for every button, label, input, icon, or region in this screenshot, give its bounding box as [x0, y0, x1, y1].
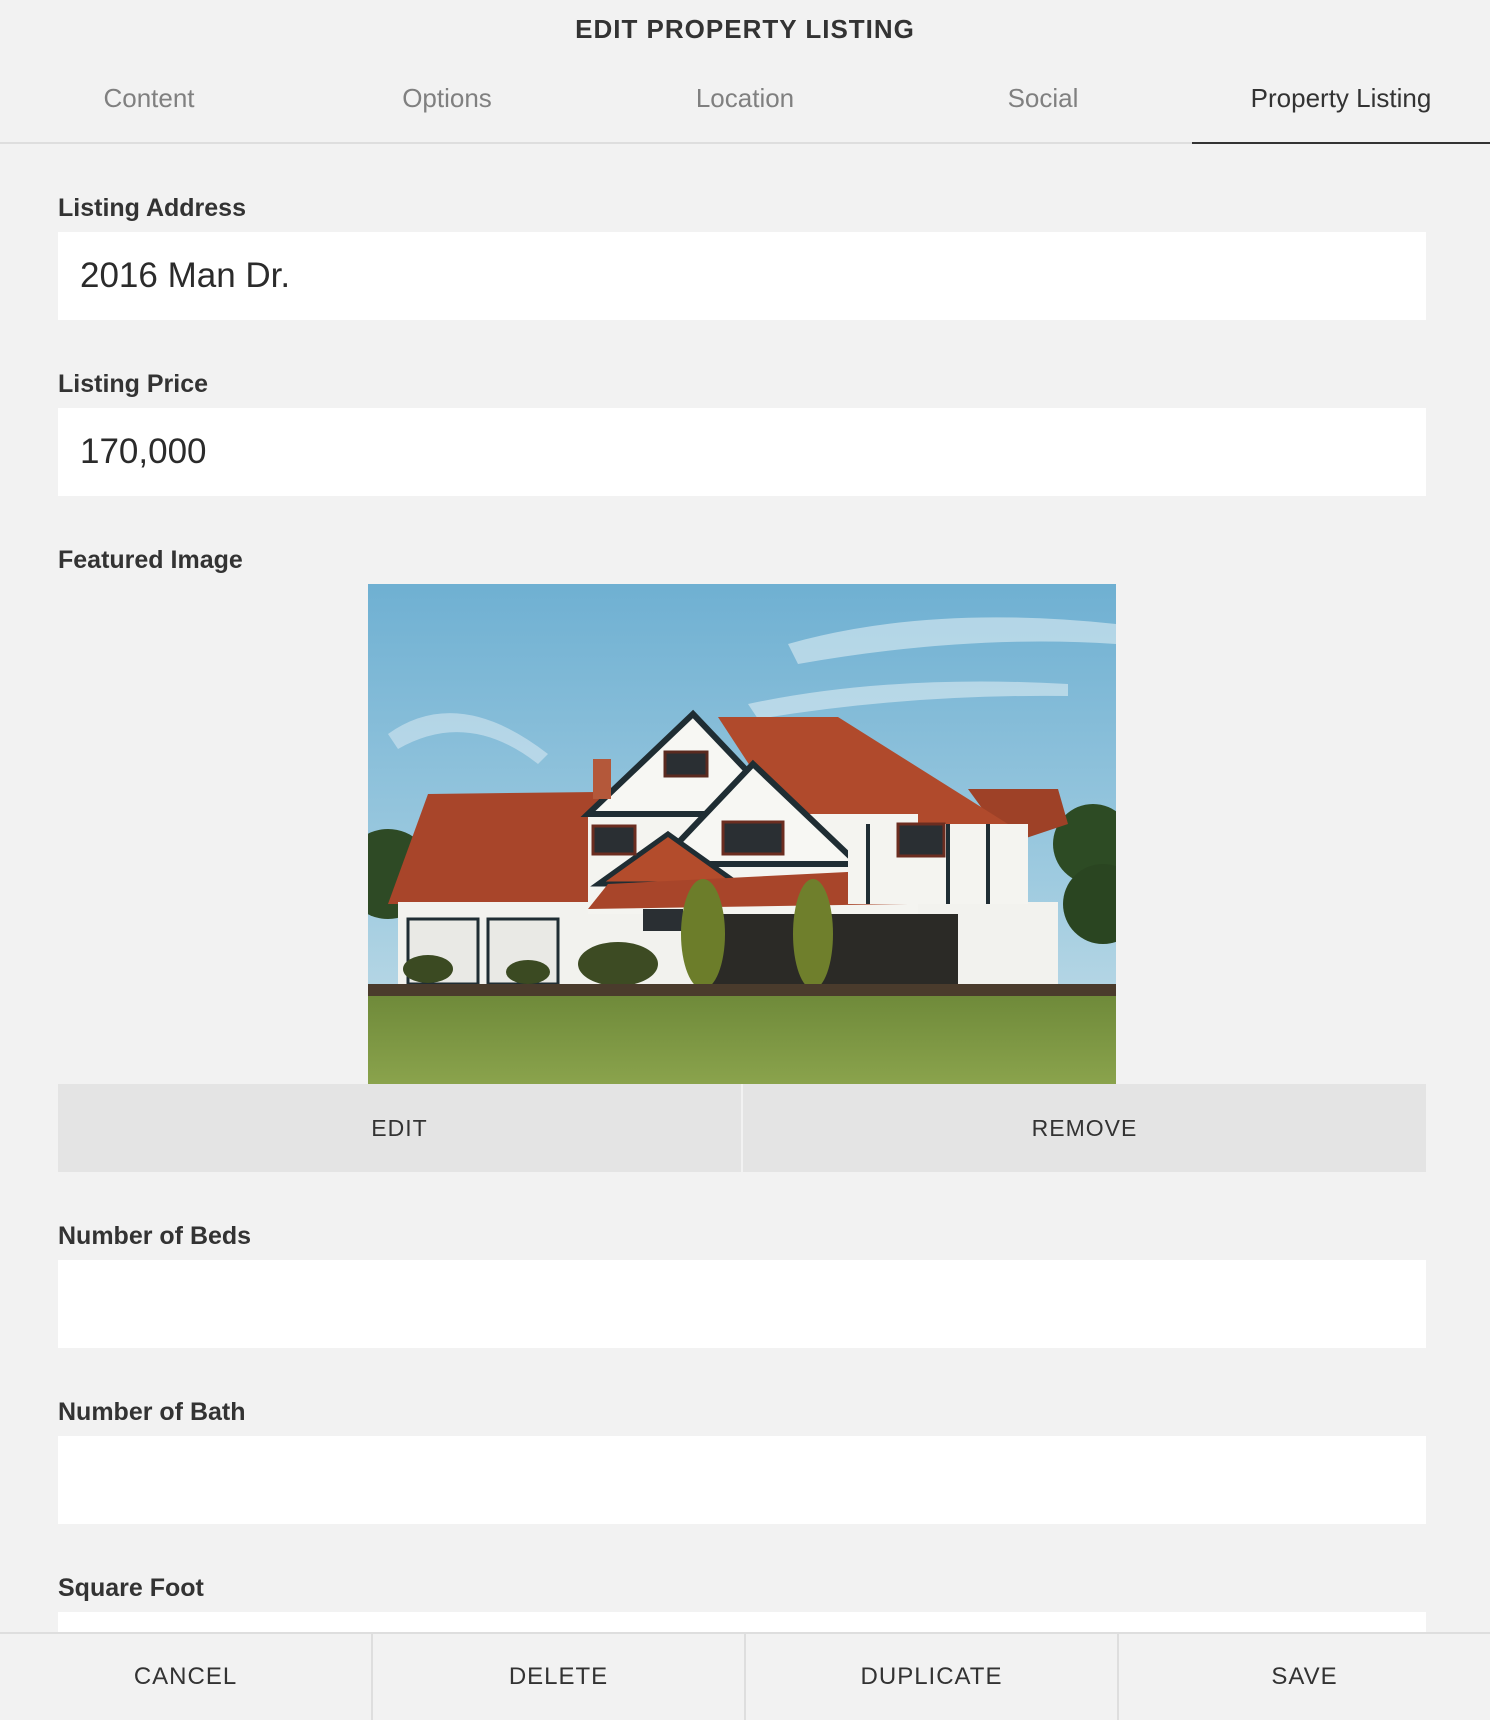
tab-bar: Content Options Location Social Property…	[0, 60, 1490, 144]
tab-content[interactable]: Content	[0, 60, 298, 142]
remove-image-button[interactable]: REMOVE	[741, 1084, 1426, 1172]
edit-property-dialog: EDIT PROPERTY LISTING Content Options Lo…	[0, 0, 1490, 1720]
featured-image-label: Featured Image	[58, 546, 243, 574]
listing-price-input[interactable]	[58, 408, 1426, 496]
tab-social[interactable]: Social	[894, 60, 1192, 142]
dialog-footer: CANCEL DELETE DUPLICATE SAVE	[0, 1632, 1490, 1720]
number-of-beds-label: Number of Beds	[58, 1222, 252, 1250]
number-of-bath-input[interactable]	[58, 1436, 1426, 1524]
listing-price-label: Listing Price	[58, 370, 209, 398]
save-button[interactable]: SAVE	[1117, 1634, 1490, 1720]
listing-address-input[interactable]	[58, 232, 1426, 320]
tab-location[interactable]: Location	[596, 60, 894, 142]
delete-button[interactable]: DELETE	[371, 1634, 744, 1720]
house-photo	[368, 584, 1116, 1084]
tab-options[interactable]: Options	[298, 60, 596, 142]
listing-address-label: Listing Address	[58, 194, 246, 222]
image-actions: EDIT REMOVE	[58, 1084, 1426, 1172]
square-foot-input[interactable]	[58, 1612, 1426, 1632]
edit-image-button[interactable]: EDIT	[58, 1084, 741, 1172]
dialog-title: EDIT PROPERTY LISTING	[575, 14, 915, 44]
tab-property-listing[interactable]: Property Listing	[1192, 60, 1490, 144]
square-foot-label: Square Foot	[58, 1574, 204, 1602]
cancel-button[interactable]: CANCEL	[0, 1634, 371, 1720]
duplicate-button[interactable]: DUPLICATE	[744, 1634, 1117, 1720]
number-of-beds-input[interactable]	[58, 1260, 1426, 1348]
featured-image	[368, 584, 1116, 1084]
number-of-bath-label: Number of Bath	[58, 1398, 246, 1426]
